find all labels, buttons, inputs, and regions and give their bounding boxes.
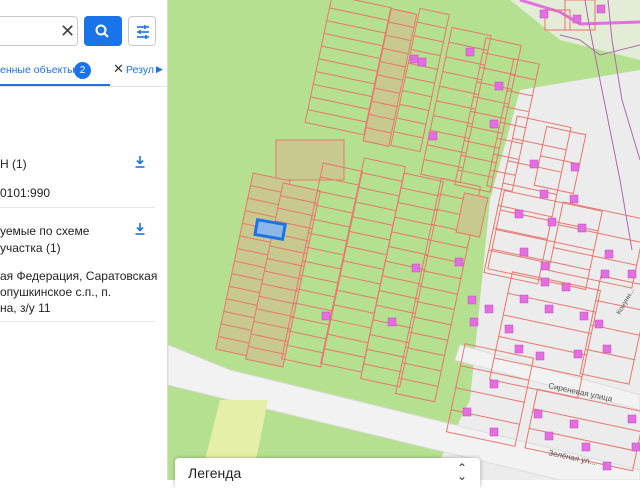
tab-label: енные объекты [0,64,75,76]
building [581,442,591,452]
address-line: опушкинское с.п., п. [0,285,112,299]
map-canvas[interactable]: Сиреневая улица Зелёная ул... Конунн... [168,0,640,480]
building [417,57,427,67]
building [631,442,640,452]
cadastral-number[interactable]: 0101:990 [0,186,50,200]
building [627,269,637,279]
download-icon[interactable] [133,155,147,169]
chevron-right-icon[interactable]: ▶ [156,64,163,75]
building [519,247,529,257]
building [627,414,637,424]
map-svg: Сиреневая улица Зелёная ул... Конунн... [168,0,640,480]
building [540,261,550,271]
building [600,269,610,279]
building [462,407,472,417]
tabs-divider [0,86,167,87]
building [519,294,529,304]
building [494,81,504,91]
building [594,319,604,329]
building [602,344,612,354]
building [514,209,524,219]
building [540,277,550,287]
building [469,317,479,327]
legend-title: Легенда [188,465,242,481]
building [547,217,557,227]
building [569,419,579,429]
building [569,194,579,204]
building [539,189,549,199]
close-icon[interactable]: ✕ [113,61,124,77]
address-line: на, з/у 11 [0,301,51,315]
building [570,162,580,172]
building [533,409,543,419]
legend-panel[interactable]: Легенда ⌃ ⌄ [175,458,480,488]
search-button[interactable] [84,16,122,46]
building [604,249,614,259]
building [321,311,331,321]
building [387,317,397,327]
building [529,159,539,169]
building [454,257,464,267]
building [489,379,499,389]
building [544,304,554,314]
building [539,9,549,19]
search-icon [95,24,109,38]
building [504,324,514,334]
download-icon[interactable] [133,222,147,236]
tab-selected-objects[interactable]: енные объекты 2 [0,58,110,86]
building [514,344,524,354]
section-title: Н (1) [0,157,27,171]
selected-parcel[interactable] [253,217,287,242]
building [484,304,494,314]
parcel-strip [275,139,345,181]
building [579,311,589,321]
building [428,131,438,141]
tabs-bar: енные объекты 2 ✕ Резул ▶ [0,58,167,86]
building [596,4,606,14]
building [602,461,612,471]
building [489,119,499,129]
address-line: ая Федерация, Саратовская [0,269,158,283]
building [572,14,582,24]
building [561,282,571,292]
section-title-line: участка (1) [0,241,61,255]
section-title-line: уемые по схеме [0,224,90,238]
close-icon[interactable]: ✕ [60,20,75,42]
tab-results[interactable]: Резул [126,64,154,76]
building [467,295,477,305]
building [465,47,475,57]
side-panel: ✕ енные объекты 2 ✕ Резул ▶ Н (1) 0101:9… [0,0,168,480]
divider [0,321,155,322]
count-badge: 2 [74,62,91,79]
divider [0,207,155,208]
building [489,427,499,437]
building [544,431,554,441]
land-parcel [275,139,345,181]
sliders-icon [137,25,149,39]
building [411,263,421,273]
building [409,54,419,64]
chevron-updown-icon[interactable]: ⌃ ⌄ [457,462,467,482]
search-bar: ✕ [0,16,167,46]
building [577,223,587,233]
building [573,349,583,359]
building [535,351,545,361]
filter-button[interactable] [128,16,156,46]
